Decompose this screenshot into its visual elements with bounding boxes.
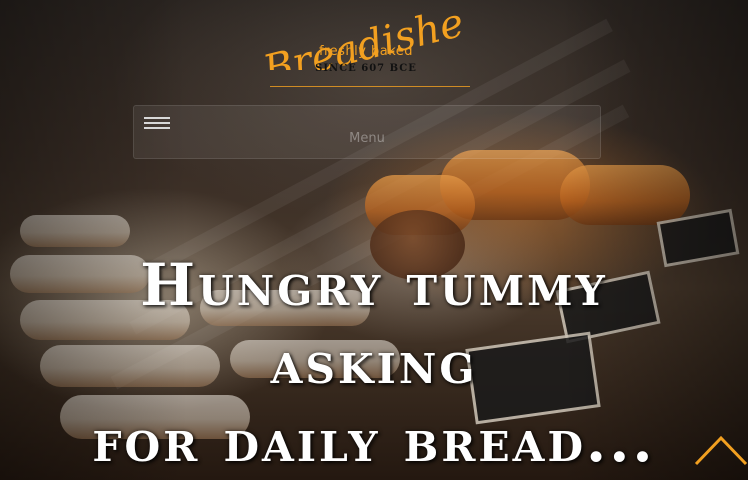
logo-since-text: SINCE 607 BCE xyxy=(315,63,417,74)
menu-toggle-label[interactable]: Menu xyxy=(134,131,600,146)
logo-divider xyxy=(270,86,470,87)
main-navbar: Menu xyxy=(133,105,601,159)
headline-line-3: for daily bread... xyxy=(92,407,656,476)
scroll-to-top-button[interactable] xyxy=(694,434,748,468)
logo-wordmark: Breadishe xyxy=(258,0,468,70)
headline-line-2: asking xyxy=(270,329,478,398)
logo-tagline: freshly baked xyxy=(318,44,414,59)
hero-headline: Hungry tummy asking for daily bread... xyxy=(0,246,748,480)
chevron-up-icon xyxy=(694,435,748,466)
headline-line-1: Hungry tummy xyxy=(140,251,608,320)
brand-logo[interactable]: Breadishe freshly baked SINCE 607 BCE xyxy=(250,0,490,92)
logo-wordmark-text: Breadishe xyxy=(258,0,468,70)
